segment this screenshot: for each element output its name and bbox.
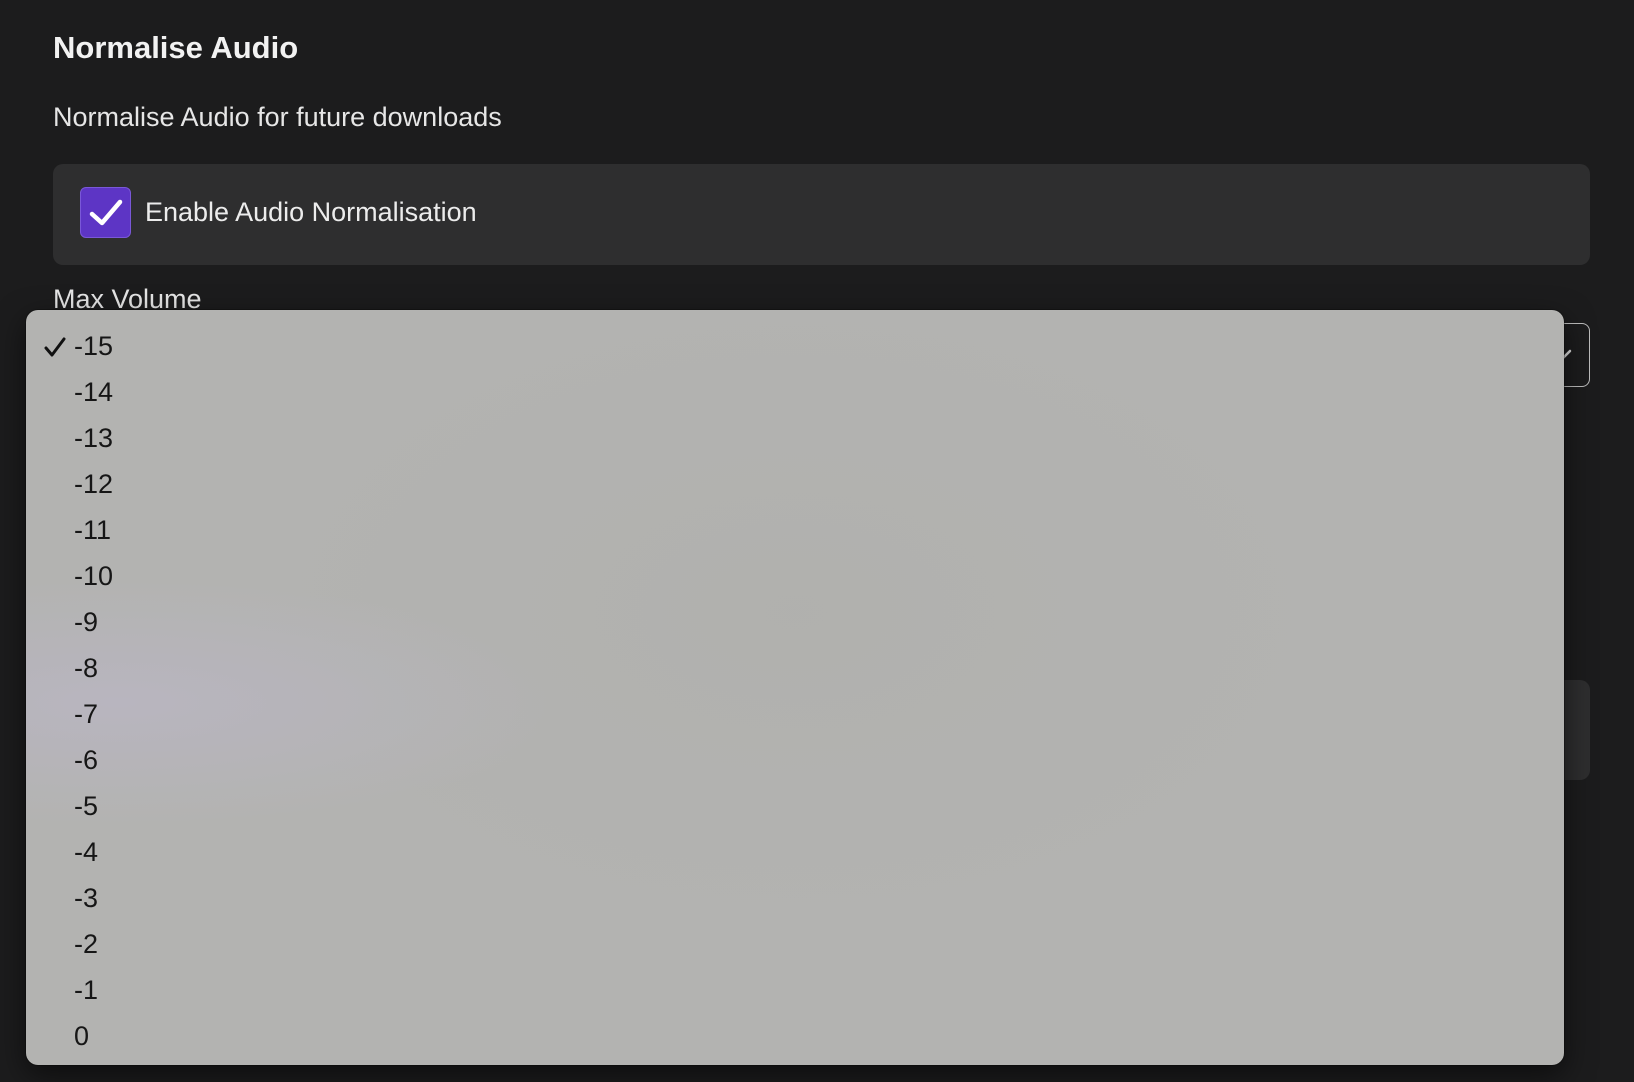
option-label: -10 <box>74 561 114 591</box>
option-label: -3 <box>74 883 99 913</box>
option-label: -11 <box>74 515 112 545</box>
max-volume-option[interactable]: -7 <box>26 691 1564 737</box>
checkmark-icon <box>44 337 66 357</box>
max-volume-option[interactable]: -10 <box>26 553 1564 599</box>
option-label: -14 <box>74 377 114 407</box>
option-label: -2 <box>74 929 99 959</box>
option-label: -8 <box>74 653 99 683</box>
max-volume-options: -15 -14 -13 -12 -11 -10 -9 -8 -7 -6 -5 -… <box>26 323 1564 1059</box>
max-volume-option[interactable]: -12 <box>26 461 1564 507</box>
checkmark-icon <box>89 199 123 226</box>
option-label: -15 <box>74 331 114 361</box>
option-label: -9 <box>74 607 99 637</box>
option-label: -5 <box>74 791 99 821</box>
max-volume-option[interactable]: -13 <box>26 415 1564 461</box>
option-label: -7 <box>74 699 99 729</box>
option-label: -4 <box>74 837 99 867</box>
option-label: -6 <box>74 745 99 775</box>
option-label: -12 <box>74 469 114 499</box>
option-label: -1 <box>74 975 99 1005</box>
max-volume-option[interactable]: -11 <box>26 507 1564 553</box>
max-volume-option[interactable]: -15 <box>26 323 1564 369</box>
normalisation-checkbox[interactable] <box>80 187 131 238</box>
max-volume-option[interactable]: -3 <box>26 875 1564 921</box>
max-volume-dropdown-menu[interactable]: -15 -14 -13 -12 -11 -10 -9 -8 -7 -6 -5 -… <box>26 310 1564 1065</box>
section-description: Normalise Audio for future downloads <box>53 102 502 132</box>
option-label: 0 <box>74 1021 90 1051</box>
option-label: -13 <box>74 423 114 453</box>
max-volume-option[interactable]: -4 <box>26 829 1564 875</box>
normalisation-card[interactable]: Enable Audio Normalisation <box>53 164 1590 265</box>
max-volume-option[interactable]: -6 <box>26 737 1564 783</box>
normalisation-checkbox-label[interactable]: Enable Audio Normalisation <box>145 193 477 231</box>
section-title: Normalise Audio <box>53 30 299 65</box>
max-volume-option[interactable]: -9 <box>26 599 1564 645</box>
max-volume-option[interactable]: -14 <box>26 369 1564 415</box>
max-volume-option[interactable]: -5 <box>26 783 1564 829</box>
max-volume-option[interactable]: -8 <box>26 645 1564 691</box>
max-volume-option[interactable]: 0 <box>26 1013 1564 1059</box>
max-volume-option[interactable]: -2 <box>26 921 1564 967</box>
max-volume-option[interactable]: -1 <box>26 967 1564 1013</box>
